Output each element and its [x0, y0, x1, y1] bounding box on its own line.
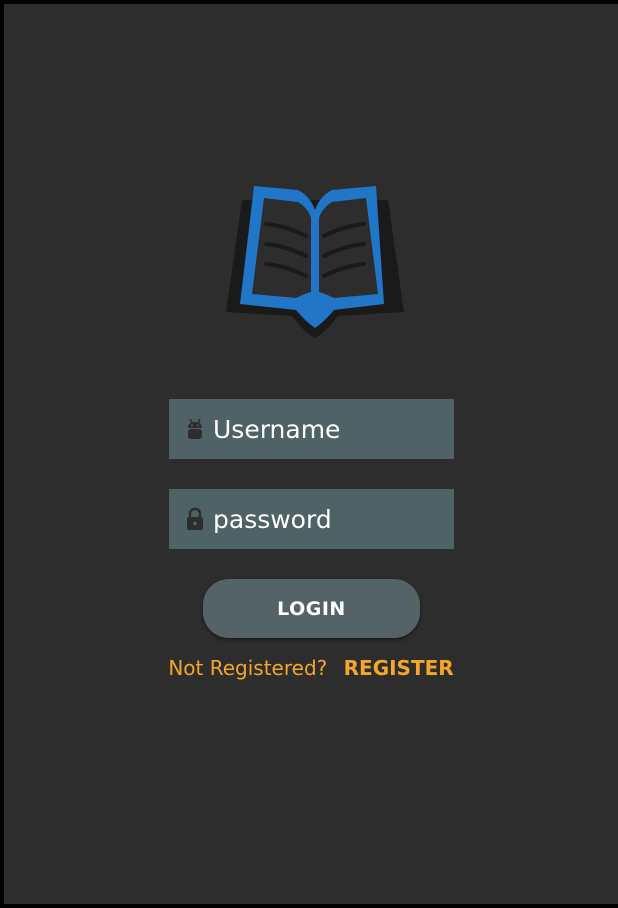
login-screen: LOGIN Not Registered? REGISTER: [4, 4, 618, 904]
username-field[interactable]: [169, 399, 454, 459]
register-row: Not Registered? REGISTER: [4, 656, 618, 680]
register-prompt: Not Registered?: [168, 656, 328, 680]
register-link[interactable]: REGISTER: [344, 656, 454, 680]
lock-icon: [187, 507, 203, 530]
login-button[interactable]: LOGIN: [203, 579, 420, 638]
username-input[interactable]: [213, 399, 443, 459]
password-field[interactable]: [169, 489, 454, 549]
android-icon: [188, 418, 202, 439]
open-book-icon: [226, 186, 404, 338]
password-input[interactable]: [213, 489, 443, 549]
